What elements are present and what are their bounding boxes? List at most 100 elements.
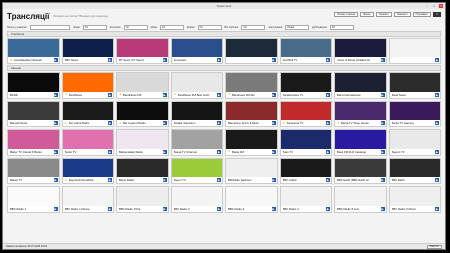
play-icon[interactable]: ▶ bbox=[217, 92, 221, 97]
channel-tile[interactable]: Band Internacional ▶ bbox=[334, 72, 387, 99]
play-icon[interactable]: ▶ bbox=[435, 206, 439, 211]
channel-tile[interactable]: Barcelona 12 FC 8 Motiv ▶ bbox=[225, 100, 278, 127]
channel-thumbnail[interactable] bbox=[62, 187, 113, 206]
maximize-button[interactable]: □ bbox=[432, 4, 436, 8]
channel-tile[interactable]: Barsa TV Gaming ▶ bbox=[388, 100, 441, 127]
show-button[interactable]: Показати bbox=[393, 12, 411, 17]
play-icon[interactable]: ▶ bbox=[108, 149, 112, 154]
search-input[interactable] bbox=[30, 24, 71, 30]
play-icon[interactable]: ▶ bbox=[217, 178, 221, 182]
filter-select[interactable]: Усі bbox=[329, 24, 354, 30]
play-icon[interactable]: ▶ bbox=[53, 206, 58, 211]
channel-thumbnail[interactable] bbox=[389, 187, 440, 206]
play-icon[interactable]: ▶ bbox=[162, 121, 167, 125]
channel-tile[interactable]: Bass FM FLD Catalogo ▶ bbox=[334, 129, 387, 156]
play-icon[interactable]: ▶ bbox=[53, 121, 58, 125]
play-icon[interactable]: ▶ bbox=[217, 58, 221, 62]
close-window-button[interactable]: ✕ bbox=[439, 4, 443, 8]
play-icon[interactable]: ▶ bbox=[435, 58, 439, 62]
channel-thumbnail[interactable] bbox=[226, 187, 277, 206]
channel-tile[interactable]: ★ AccuWeather Network ▶ bbox=[7, 38, 60, 64]
channel-tile[interactable]: BB Radio Sachsen ▶ bbox=[225, 157, 278, 184]
channel-tile[interactable]: Band News ▶ bbox=[388, 72, 441, 99]
channel-thumbnail[interactable] bbox=[389, 130, 440, 149]
channel-thumbnail[interactable] bbox=[171, 39, 222, 57]
play-icon[interactable]: ▶ bbox=[326, 92, 330, 97]
play-icon[interactable]: ▶ bbox=[53, 178, 58, 182]
play-icon[interactable]: ▶ bbox=[435, 92, 439, 97]
channel-tile[interactable]: Years of Revel (Untitled Gr ▶ bbox=[334, 38, 387, 64]
channel-thumbnail[interactable] bbox=[226, 130, 277, 149]
channel-tile[interactable]: ★ Barcelona TV ▶ bbox=[279, 100, 332, 127]
channel-tile[interactable]: ★ Bandnews FM Rio ▶ bbox=[225, 72, 278, 99]
filter-select[interactable]: Назва bbox=[285, 24, 310, 30]
play-icon[interactable]: ▶ bbox=[435, 121, 439, 125]
channel-tile[interactable]: BAND ▶ bbox=[7, 72, 60, 99]
play-icon[interactable]: ▶ bbox=[380, 92, 385, 97]
filter-select[interactable]: Усі bbox=[159, 24, 184, 30]
channel-tile[interactable]: BBC News ▶ bbox=[61, 38, 114, 64]
channel-thumbnail[interactable] bbox=[62, 39, 113, 57]
play-icon[interactable]: ▶ bbox=[162, 92, 167, 97]
channel-tile[interactable]: ★ Bayerisch Rundfunk ▶ bbox=[61, 157, 114, 184]
channel-tile[interactable]: BBC Arabic ▶ bbox=[279, 157, 332, 184]
play-icon[interactable]: ▶ bbox=[217, 121, 221, 125]
channel-tile[interactable]: ★ BandNews ▶ bbox=[61, 72, 114, 99]
channel-thumbnail[interactable] bbox=[62, 130, 113, 149]
play-icon[interactable]: ▶ bbox=[380, 149, 385, 154]
filter-select[interactable]: Усі bbox=[123, 24, 148, 30]
channel-tile[interactable]: Bancah News ▶ bbox=[7, 100, 60, 127]
channel-tile[interactable]: Euronews ▶ bbox=[170, 38, 223, 64]
play-icon[interactable]: ▶ bbox=[380, 178, 385, 182]
channel-thumbnail[interactable] bbox=[389, 101, 440, 120]
star-icon[interactable]: ★ bbox=[283, 121, 286, 125]
channel-tile[interactable]: ▶ bbox=[388, 38, 441, 64]
play-icon[interactable]: ▶ bbox=[326, 121, 330, 125]
channel-thumbnail[interactable] bbox=[171, 158, 222, 177]
channel-thumbnail[interactable] bbox=[280, 130, 331, 149]
star-icon[interactable]: ★ bbox=[65, 93, 68, 96]
channel-thumbnail[interactable] bbox=[389, 39, 440, 57]
channel-thumbnail[interactable] bbox=[8, 130, 59, 149]
channel-tile[interactable]: BBC Radio 2 ▶ bbox=[170, 186, 223, 213]
play-icon[interactable]: ▶ bbox=[53, 149, 58, 154]
star-icon[interactable]: ★ bbox=[228, 150, 231, 153]
filter-select[interactable]: Усі bbox=[82, 24, 107, 30]
channel-tile[interactable]: Bayou TV ▶ bbox=[170, 157, 223, 184]
play-icon[interactable]: ▶ bbox=[326, 178, 330, 182]
channel-tile[interactable]: ★ Bar Legend Radio ▶ bbox=[116, 100, 169, 127]
channel-tile[interactable]: BBC Radio 1Xtra ▶ bbox=[116, 186, 169, 213]
channel-thumbnail[interactable] bbox=[171, 73, 222, 92]
channel-thumbnail[interactable] bbox=[280, 158, 331, 177]
channel-thumbnail[interactable] bbox=[280, 39, 331, 57]
star-icon[interactable]: ★ bbox=[10, 58, 13, 62]
minimize-button[interactable]: – bbox=[425, 4, 429, 8]
channel-thumbnail[interactable] bbox=[226, 101, 277, 120]
play-icon[interactable]: ▶ bbox=[108, 92, 112, 97]
play-icon[interactable]: ▶ bbox=[53, 58, 58, 62]
channel-thumbnail[interactable] bbox=[335, 130, 386, 149]
play-icon[interactable]: ▶ bbox=[217, 206, 221, 211]
star-icon[interactable]: ★ bbox=[119, 121, 122, 125]
channel-tile[interactable]: ★ Basia FM ▶ bbox=[225, 129, 278, 156]
channel-tile[interactable]: ▶ bbox=[225, 38, 278, 64]
channel-thumbnail[interactable] bbox=[226, 39, 277, 57]
star-icon[interactable]: ★ bbox=[119, 93, 122, 96]
channel-tile[interactable]: Bass TV ▶ bbox=[279, 129, 332, 156]
channel-tile[interactable]: BBC Radio 4 ▶ bbox=[279, 186, 332, 213]
play-icon[interactable]: ▶ bbox=[326, 206, 330, 211]
channel-thumbnail[interactable] bbox=[62, 158, 113, 177]
channel-tile[interactable]: ★ BandNews FM Belo Horiz ▶ bbox=[170, 72, 223, 99]
play-icon[interactable]: ▶ bbox=[271, 121, 276, 125]
channel-tile[interactable]: Batam TV ▶ bbox=[7, 157, 60, 184]
play-icon[interactable]: ▶ bbox=[108, 178, 112, 182]
channel-thumbnail[interactable] bbox=[280, 73, 331, 92]
star-icon[interactable]: ★ bbox=[65, 178, 68, 182]
channel-tile[interactable]: BBC Radio 3 ▶ bbox=[225, 186, 278, 213]
channel-thumbnail[interactable] bbox=[171, 187, 222, 206]
channel-tile[interactable]: Barter TV ▶ bbox=[61, 129, 114, 156]
channel-tile[interactable]: BT Sport (CT Sport) ▶ bbox=[116, 38, 169, 64]
channel-tile[interactable]: BBC Earth ▶ bbox=[388, 157, 441, 184]
channel-thumbnail[interactable] bbox=[117, 158, 168, 177]
channel-thumbnail[interactable] bbox=[171, 130, 222, 149]
